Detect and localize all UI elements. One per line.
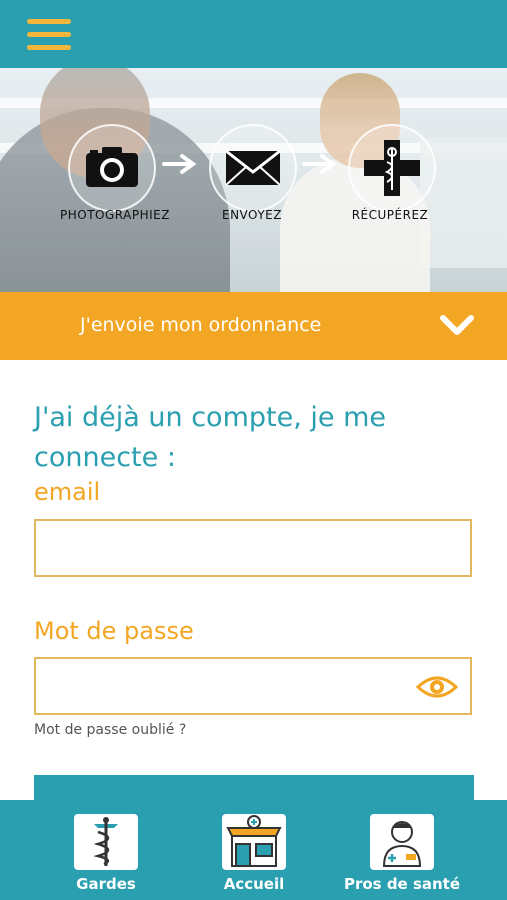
step-envoyez xyxy=(209,124,297,212)
password-field[interactable] xyxy=(46,659,410,711)
eye-icon[interactable] xyxy=(416,673,458,701)
camera-icon xyxy=(86,147,138,187)
nav-pros-de-sante[interactable]: Pros de santé xyxy=(337,800,467,900)
forgot-password-link[interactable]: Mot de passe oublié ? xyxy=(34,722,186,738)
arrow-right-icon xyxy=(302,154,337,174)
step-label: PHOTOGRAPHIEZ xyxy=(60,208,170,222)
nav-gardes[interactable]: Gardes xyxy=(41,800,171,900)
nav-label: Gardes xyxy=(76,875,136,893)
email-field[interactable] xyxy=(46,521,410,573)
hero-banner: PHOTOGRAPHIEZ ENVOYEZ RÉCUPÉREZ xyxy=(0,68,507,292)
password-label: Mot de passe xyxy=(34,617,194,645)
nav-accueil[interactable]: Accueil xyxy=(189,800,319,900)
arrow-right-icon xyxy=(162,154,197,174)
envelope-icon xyxy=(225,149,281,186)
nav-label: Accueil xyxy=(223,875,285,893)
email-field-box xyxy=(34,519,472,577)
password-field-box xyxy=(34,657,472,715)
caduceus-icon xyxy=(74,814,138,870)
step-label: ENVOYEZ xyxy=(222,208,282,222)
pharmacy-store-icon xyxy=(222,814,286,870)
chevron-down-icon xyxy=(440,315,474,335)
step-photographiez xyxy=(68,124,156,212)
send-prescription-label: J'envoie mon ordonnance xyxy=(80,314,322,336)
nurse-icon xyxy=(370,814,434,870)
nav-label: Pros de santé xyxy=(343,875,461,893)
step-label: RÉCUPÉREZ xyxy=(351,208,429,222)
send-prescription-bar[interactable]: J'envoie mon ordonnance xyxy=(0,292,507,360)
step-recuperez xyxy=(348,124,436,212)
bottom-navigation: Gardes Accueil Pros de santé xyxy=(0,800,507,900)
hamburger-menu-icon[interactable] xyxy=(27,19,71,51)
email-label: email xyxy=(34,478,101,506)
pharmacy-cross-icon xyxy=(364,140,420,196)
login-title: J'ai déjà un compte, je me connecte : xyxy=(34,402,386,473)
top-bar xyxy=(0,0,507,68)
